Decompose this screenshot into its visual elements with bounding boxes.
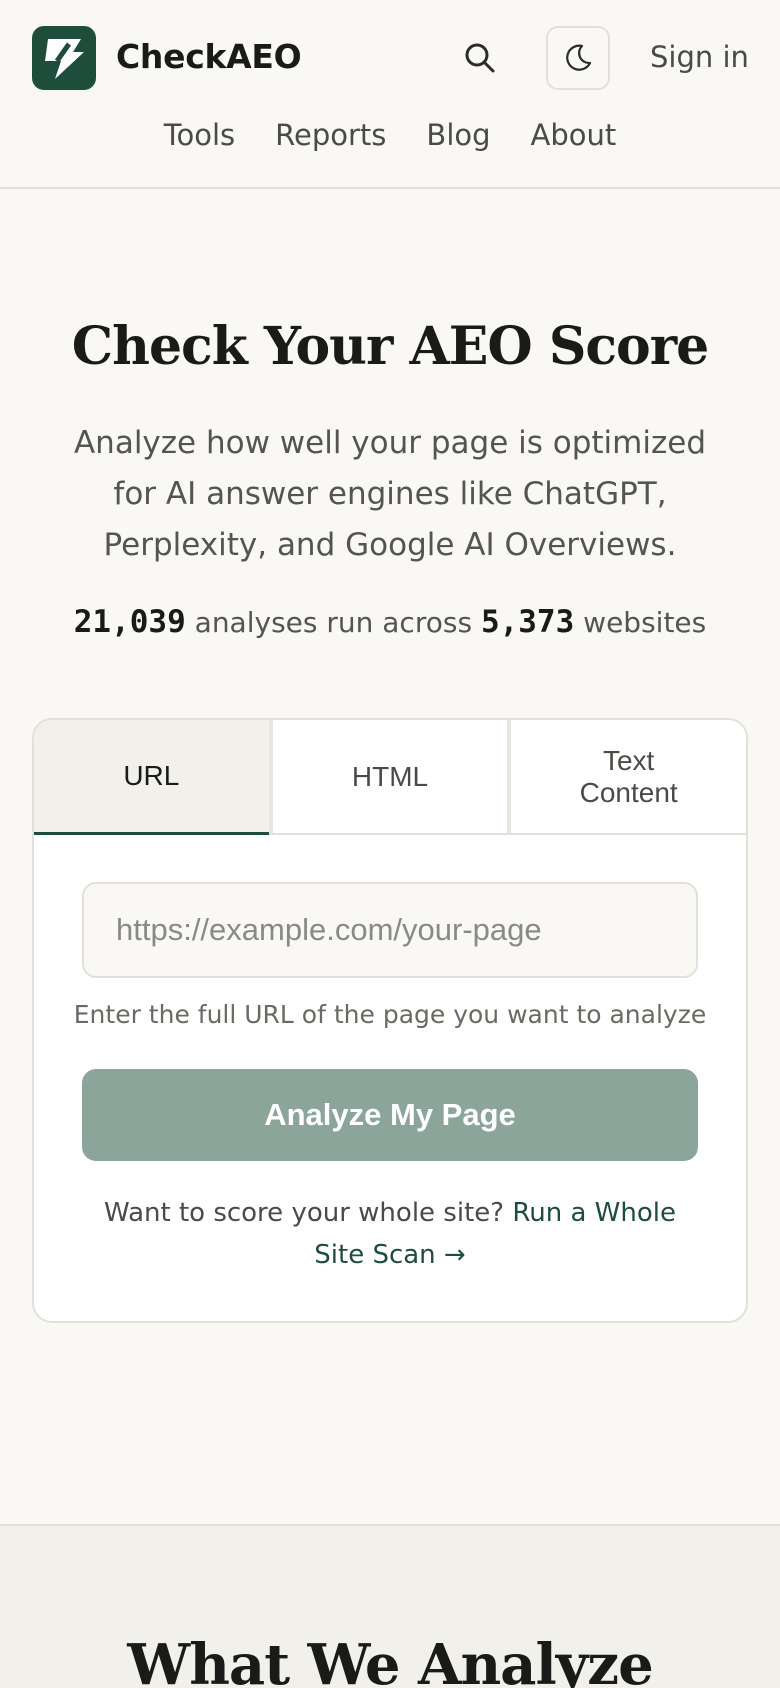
url-hint: Enter the full URL of the page you want … [73, 1000, 707, 1029]
theme-toggle-button[interactable] [546, 26, 610, 90]
nav-blog[interactable]: Blog [426, 118, 490, 152]
analyses-count: 21,039 [73, 604, 186, 640]
input-mode-tabs: URL HTML Text Content [34, 720, 746, 835]
tab-html[interactable]: HTML [268, 720, 508, 833]
nav-reports[interactable]: Reports [275, 118, 386, 152]
analyses-text: analyses run across [194, 606, 473, 639]
stats-line: 21,039 analyses run across 5,373 website… [0, 604, 780, 640]
whole-site-prefix: Want to score your whole site? [104, 1198, 505, 1228]
analyzer-card: URL HTML Text Content Enter the full URL… [32, 718, 748, 1323]
tab-text-content-label: Text Content [579, 744, 678, 808]
brand-name[interactable]: CheckAEO [116, 37, 302, 76]
moon-icon [566, 44, 592, 71]
page-title: Check Your AEO Score [71, 316, 709, 377]
nav-tools[interactable]: Tools [164, 118, 235, 152]
whole-site-prompt: Want to score your whole site? Run a Who… [84, 1192, 696, 1276]
section-title: What We Analyze [127, 1632, 653, 1688]
bolt-icon [45, 39, 84, 79]
tab-text-content[interactable]: Text Content [507, 720, 746, 833]
websites-text: websites [583, 606, 707, 639]
analyze-button[interactable]: Analyze My Page [82, 1069, 698, 1161]
logo[interactable] [32, 26, 96, 90]
search-icon [465, 43, 495, 73]
hero-subtitle: Analyze how well your page is optimized … [73, 425, 707, 563]
site-header: CheckAEO Sign in Tools Reports Blog Abou… [0, 0, 780, 189]
url-input[interactable] [82, 882, 698, 978]
what-we-analyze-section: What We Analyze [0, 1524, 780, 1688]
search-button[interactable] [456, 34, 504, 82]
sign-in-link[interactable]: Sign in [650, 40, 749, 74]
nav-about[interactable]: About [531, 118, 617, 152]
main-nav: Tools Reports Blog About [0, 118, 780, 152]
websites-count: 5,373 [480, 604, 575, 640]
tab-url[interactable]: URL [34, 720, 269, 835]
